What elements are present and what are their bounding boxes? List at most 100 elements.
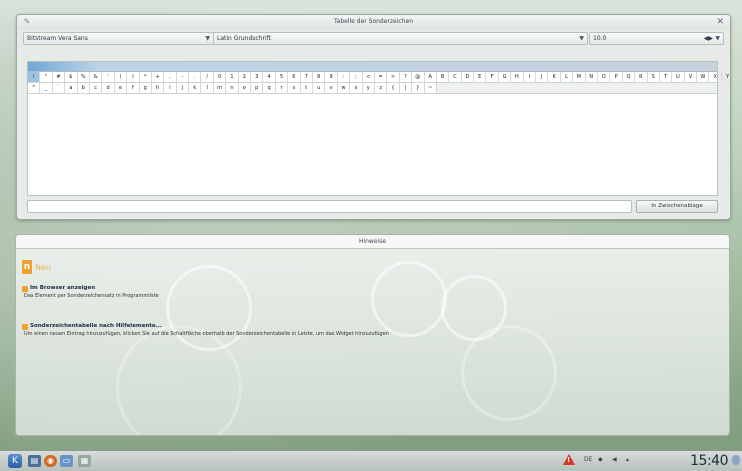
character-cell[interactable]: Q xyxy=(623,72,636,82)
character-cell[interactable]: H xyxy=(511,72,524,82)
character-cell[interactable]: K xyxy=(548,72,561,82)
character-cell[interactable]: g xyxy=(140,83,152,93)
character-cell[interactable]: + xyxy=(152,72,165,82)
character-cell[interactable]: o xyxy=(239,83,252,93)
character-cell[interactable]: % xyxy=(78,72,90,82)
warning-icon[interactable]: ! xyxy=(563,454,575,465)
character-cell[interactable]: 3 xyxy=(251,72,264,82)
character-cell[interactable]: I xyxy=(524,72,537,82)
pager-icon[interactable]: ▦ xyxy=(78,455,91,467)
app-menu-icon[interactable]: ✎ xyxy=(23,18,31,26)
character-cell[interactable]: w xyxy=(338,83,351,93)
clock[interactable]: 15:40 xyxy=(690,453,728,469)
character-cell[interactable]: q xyxy=(263,83,276,93)
character-cell[interactable]: ! xyxy=(28,72,41,82)
character-cell[interactable]: k xyxy=(189,83,202,93)
volume-icon[interactable]: ◀ xyxy=(612,456,617,463)
unicode-block-select[interactable]: Latin Grundschrift ▼ xyxy=(213,32,588,45)
panel-toolbox-icon[interactable] xyxy=(732,455,740,465)
character-cell[interactable]: 1 xyxy=(226,72,239,82)
network-icon[interactable]: ◆ xyxy=(598,456,603,463)
stepper-icon[interactable]: ◀▶ xyxy=(704,33,713,44)
character-cell[interactable]: C xyxy=(449,72,462,82)
character-cell[interactable]: Y xyxy=(722,72,730,82)
character-cell[interactable]: : xyxy=(338,72,351,82)
character-cell[interactable]: / xyxy=(201,72,214,82)
character-cell[interactable]: ) xyxy=(127,72,140,82)
character-cell[interactable]: R xyxy=(635,72,648,82)
font-size-select[interactable]: 10.0 ◀▶ ▼ xyxy=(589,32,724,45)
character-cell[interactable]: y xyxy=(363,83,375,93)
character-cell[interactable]: , xyxy=(164,72,177,82)
character-cell[interactable]: ( xyxy=(115,72,128,82)
character-cell[interactable]: | xyxy=(400,83,413,93)
character-cell[interactable]: M xyxy=(573,72,586,82)
terminal-icon[interactable]: ▭ xyxy=(60,455,73,467)
file-manager-icon[interactable]: ▤ xyxy=(28,455,41,467)
character-cell[interactable]: 6 xyxy=(288,72,301,82)
character-cell[interactable]: j xyxy=(177,83,190,93)
character-cell[interactable]: @ xyxy=(412,72,425,82)
note-title[interactable]: Sonderzeichentabelle nach Hilfelemente..… xyxy=(30,323,162,329)
character-cell[interactable]: d xyxy=(102,83,115,93)
keyboard-layout[interactable]: DE xyxy=(584,456,592,463)
character-cell[interactable]: ; xyxy=(350,72,363,82)
character-cell[interactable]: L xyxy=(561,72,574,82)
character-cell[interactable]: 5 xyxy=(276,72,289,82)
character-cell[interactable]: _ xyxy=(40,83,53,93)
character-cell[interactable]: G xyxy=(499,72,512,82)
character-cell[interactable]: F xyxy=(486,72,499,82)
character-cell[interactable]: ^ xyxy=(28,83,41,93)
character-cell[interactable]: S xyxy=(648,72,660,82)
tray-expander-icon[interactable]: ▴ xyxy=(626,456,629,463)
character-cell[interactable]: u xyxy=(313,83,326,93)
character-cell[interactable]: e xyxy=(115,83,128,93)
character-cell[interactable]: n xyxy=(226,83,239,93)
character-cell[interactable]: N xyxy=(586,72,598,82)
character-cell[interactable]: ? xyxy=(400,72,413,82)
character-cell[interactable]: x xyxy=(350,83,363,93)
character-cell[interactable]: W xyxy=(697,72,710,82)
character-cell[interactable]: - xyxy=(177,72,190,82)
window-titlebar[interactable]: ✎ Tabelle der Sonderzeichen ✕ xyxy=(17,15,730,29)
character-cell[interactable]: b xyxy=(78,83,90,93)
character-cell[interactable]: < xyxy=(363,72,375,82)
character-cell[interactable]: a xyxy=(65,83,78,93)
character-cell[interactable]: l xyxy=(201,83,214,93)
character-cell[interactable]: U xyxy=(672,72,685,82)
character-cell[interactable]: ' xyxy=(102,72,115,82)
character-cell[interactable]: } xyxy=(412,83,425,93)
copy-to-clipboard-button[interactable]: In Zwischenablage xyxy=(636,200,718,213)
character-cell[interactable]: > xyxy=(387,72,400,82)
character-cell[interactable]: 2 xyxy=(239,72,252,82)
browser-icon[interactable]: ◉ xyxy=(44,455,57,467)
character-cell[interactable]: ~ xyxy=(425,83,437,93)
character-cell[interactable]: $ xyxy=(65,72,78,82)
character-cell[interactable]: J xyxy=(536,72,549,82)
character-cell[interactable]: c xyxy=(90,83,103,93)
application-launcher-icon[interactable]: K xyxy=(8,454,22,468)
character-cell[interactable]: i xyxy=(164,83,177,93)
character-cell[interactable]: A xyxy=(425,72,437,82)
character-cell[interactable]: B xyxy=(437,72,450,82)
character-cell[interactable]: v xyxy=(325,83,338,93)
close-icon[interactable]: ✕ xyxy=(716,15,724,29)
character-cell[interactable]: # xyxy=(53,72,66,82)
character-cell[interactable]: p xyxy=(251,83,264,93)
character-cell[interactable]: T xyxy=(660,72,673,82)
character-cell[interactable]: s xyxy=(288,83,301,93)
character-cell[interactable]: * xyxy=(140,72,152,82)
character-cell[interactable]: & xyxy=(90,72,103,82)
note-title[interactable]: Im Browser anzeigen xyxy=(30,285,95,291)
character-cell[interactable]: X xyxy=(709,72,722,82)
character-cell[interactable]: t xyxy=(301,83,313,93)
character-table[interactable]: ! " # $% & '() * +, -./0 1 2 3 4 5 6 7 8 9:; < = >? @ A B C D E F G H… xyxy=(27,61,729,101)
character-cell[interactable]: V xyxy=(685,72,698,82)
character-cell[interactable]: 9 xyxy=(325,72,338,82)
character-cell[interactable]: m xyxy=(214,83,227,93)
font-select[interactable]: Bitstream Vera Sans ▼ xyxy=(23,32,214,45)
character-cell[interactable]: f xyxy=(127,83,140,93)
character-cell[interactable]: O xyxy=(598,72,611,82)
character-cell[interactable]: . xyxy=(189,72,202,82)
character-cell[interactable]: z xyxy=(375,83,388,93)
